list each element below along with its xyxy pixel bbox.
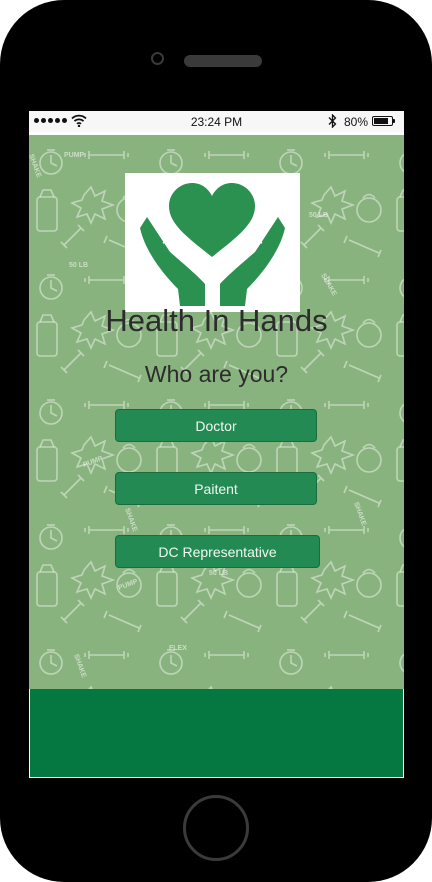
front-camera <box>151 52 164 65</box>
battery-icon <box>372 116 395 126</box>
app-title: Health In Hands <box>105 303 328 338</box>
home-button[interactable] <box>183 795 249 861</box>
svg-text:PUMP: PUMP <box>64 152 85 159</box>
status-bar: 23:24 PM 80% <box>29 111 404 132</box>
patient-button[interactable]: Paitent <box>115 472 317 505</box>
heart-hands-logo-icon <box>140 183 285 306</box>
footer-bar <box>30 689 403 777</box>
app-screen: 23:24 PM 80% SHAKE PUMP SHAKE 50 LB 50 L… <box>29 111 404 778</box>
app-logo <box>125 173 300 312</box>
bluetooth-icon <box>328 114 337 128</box>
doctor-button[interactable]: Doctor <box>115 409 317 442</box>
battery-percent: 80% <box>344 115 369 129</box>
svg-text:50 LB: 50 LB <box>309 212 328 219</box>
welcome-background: SHAKE PUMP SHAKE 50 LB 50 LB PUMP PUMP S… <box>29 135 404 689</box>
svg-text:50 LB: 50 LB <box>69 262 88 269</box>
dc-representative-button[interactable]: DC Representative <box>115 535 320 568</box>
earpiece-speaker <box>184 55 262 67</box>
svg-text:FLEX: FLEX <box>169 645 187 652</box>
svg-text:50 LB: 50 LB <box>209 570 228 577</box>
phone-frame: 23:24 PM 80% SHAKE PUMP SHAKE 50 LB 50 L… <box>0 0 432 882</box>
role-question: Who are you? <box>144 361 289 387</box>
